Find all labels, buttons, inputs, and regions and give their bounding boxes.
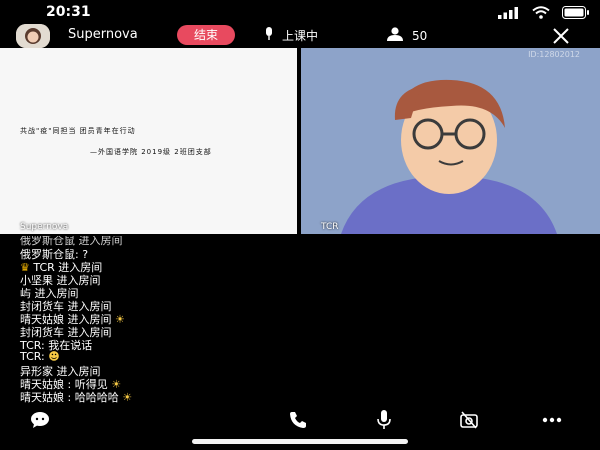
teacher-avatar-illustration (341, 79, 557, 234)
microphone-button[interactable] (372, 410, 396, 430)
chat-message: 晴天姑娘 : 哈哈哈哈 ☀ (20, 391, 133, 404)
chat-message: TCR: ☻ (20, 350, 60, 363)
video-tile-left-label: Supernova (20, 222, 69, 232)
call-button[interactable] (286, 410, 310, 430)
close-button[interactable] (552, 24, 570, 51)
more-button[interactable] (540, 410, 564, 430)
battery-icon (562, 4, 590, 23)
class-status: 上课中 (264, 27, 318, 44)
home-indicator[interactable] (192, 439, 408, 444)
phone-icon (290, 412, 306, 428)
video-tile-left[interactable]: 共战"疫"同担当 团员青年在行动 —外国语学院 2019级 2班团支部 Supe… (0, 48, 297, 234)
participant-count-value: 50 (412, 28, 428, 43)
video-tile-right-label: TCR (321, 222, 339, 232)
shared-text-line1: 共战"疫"同担当 团员青年在行动 (20, 127, 136, 135)
shared-text-line2: —外国语学院 2019级 2班团支部 (90, 148, 212, 156)
wifi-icon (532, 4, 550, 23)
class-status-label: 上课中 (282, 29, 319, 43)
avatar[interactable] (16, 24, 50, 48)
more-icon (542, 417, 562, 423)
microphone-icon (264, 27, 274, 44)
signal-icon (498, 4, 520, 23)
sun-icon: ☀ (122, 391, 133, 404)
user-name: Supernova (68, 27, 138, 42)
video-tile-right[interactable]: ID:12802012 TCR (301, 48, 600, 234)
end-button[interactable]: 结束 (177, 25, 235, 45)
participant-count[interactable]: 50 (386, 27, 427, 44)
chat-list[interactable]: 俄罗斯仓鼠 进入房间 俄罗斯仓鼠: ? ♛ TCR 进入房间 小坚果 进入房间 … (0, 236, 600, 404)
chat-bubble-icon (31, 412, 49, 428)
status-icons (498, 4, 590, 23)
camera-off-button[interactable] (457, 410, 481, 430)
emoji-icon: ☻ (48, 350, 60, 363)
sun-icon: ☀ (115, 313, 125, 326)
chat-button[interactable] (28, 410, 52, 430)
user-icon (386, 27, 404, 44)
status-time: 20:31 (46, 4, 91, 20)
status-bar: 20:31 (0, 0, 600, 24)
microphone-icon (377, 410, 391, 429)
close-icon (553, 28, 569, 44)
top-bar: Supernova 结束 上课中 50 (0, 24, 600, 48)
camera-off-icon (460, 411, 478, 429)
